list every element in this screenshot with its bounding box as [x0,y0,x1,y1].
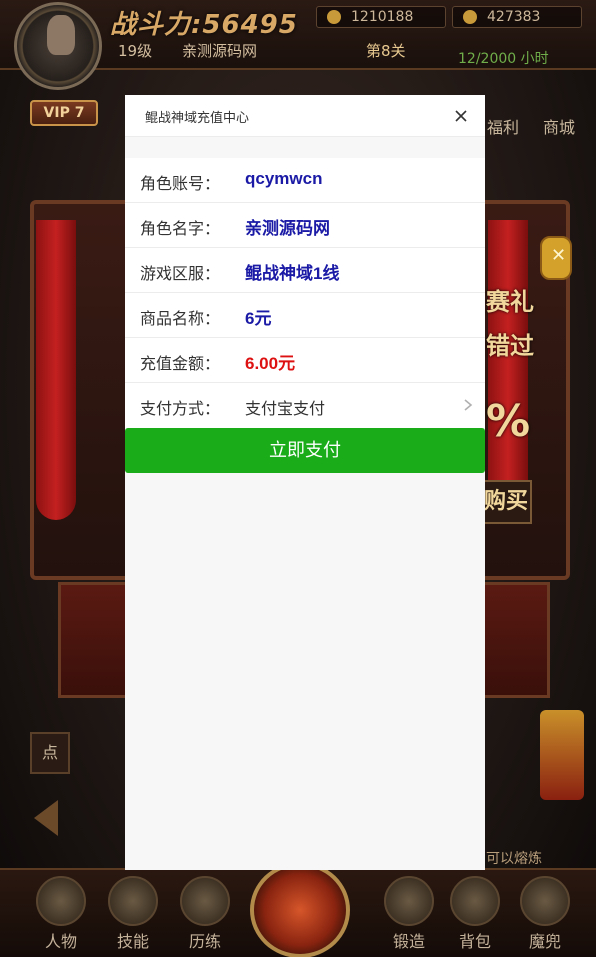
left-arrow-icon[interactable] [34,800,58,836]
promo-line-1: 赛礼 [486,288,534,316]
nav-bag[interactable]: 背包 [447,928,503,952]
player-server: 亲测源码网 [182,42,258,60]
power-value: 战斗力:56495 [110,10,298,40]
server-value: 鲲战神域1线 [245,264,340,283]
timer-readout: 12/2000 小时 [458,51,549,67]
amount-label: 充值金额： [140,356,221,373]
pay-now-button[interactable]: 立即支付 [125,428,485,473]
role-name-label: 角色名字： [140,221,221,238]
currency-a-value: 1210188 [351,9,414,25]
nav-character[interactable]: 人物 [33,928,89,952]
row-amount: 充值金额： 6.00元 [125,338,485,383]
close-icon: ✕ [551,245,567,266]
skill-icon[interactable] [108,876,158,926]
order-form: 角色账号： qcymwcn 角色名字： 亲测源码网 游戏区服： 鲲战神域1线 商… [125,158,485,428]
stage-label: 第8关 [366,42,406,60]
promo-percent: % [486,396,531,447]
account-label: 角色账号： [140,176,221,193]
row-server: 游戏区服： 鲲战神域1线 [125,248,485,293]
curtain-left [36,220,76,520]
row-account: 角色账号： qcymwcn [125,158,485,203]
currency-b-value: 427383 [487,9,541,25]
training-icon[interactable] [180,876,230,926]
role-name-value: 亲测源码网 [245,219,330,238]
gold-icon [463,10,477,24]
row-payment-method[interactable]: 支付方式： 支付宝支付 [125,383,485,428]
center-orb-icon[interactable] [250,862,350,957]
character-icon[interactable] [36,876,86,926]
close-button[interactable] [447,104,475,128]
close-icon [455,110,467,122]
row-product: 商品名称： 6元 [125,293,485,338]
side-shop[interactable]: 商城 [543,114,575,138]
mo-icon[interactable] [520,876,570,926]
player-avatar[interactable] [14,2,102,90]
amount-value: 6.00元 [245,354,296,373]
payment-method-label: 支付方式： [140,401,221,418]
player-level: 19级 [118,42,153,60]
curtain-right [488,220,528,520]
row-role-name: 角色名字： 亲测源码网 [125,203,485,248]
banner-close-lantern[interactable]: ✕ [540,236,572,280]
promo-line-2: 错过 [486,332,534,360]
dian-button[interactable]: 点 [30,732,70,774]
game-top-bar: 战斗力:56495 19级 亲测源码网 第8关 1210188 427383 1… [0,0,596,90]
recharge-modal: 鲲战神域充值中心 角色账号： qcymwcn 角色名字： 亲测源码网 游戏区服：… [125,95,485,870]
side-fuli[interactable]: 福利 [487,114,519,138]
vip-badge[interactable]: VIP 7 [30,100,98,126]
chevron-right-icon[interactable] [462,397,474,413]
server-label: 游戏区服： [140,266,221,283]
currency-b: 427383 [452,6,582,28]
nav-training[interactable]: 历练 [177,928,233,952]
nav-mo[interactable]: 魔兜 [517,928,573,952]
product-value: 6元 [245,309,272,328]
modal-header: 鲲战神域充值中心 [125,95,485,137]
forge-icon[interactable] [384,876,434,926]
treasure-chest-icon[interactable] [540,710,584,800]
modal-title: 鲲战神域充值中心 [145,110,250,125]
bottom-nav: 人物 技能 历练 锻造 背包 魔兜 [0,862,596,957]
avatar-face [47,15,75,55]
fuse-hint: 可以熔炼 [486,851,542,867]
currency-a: 1210188 [316,6,446,28]
product-label: 商品名称： [140,311,221,328]
buy-button[interactable]: 购买 [480,480,532,524]
account-value: qcymwcn [245,169,323,188]
nav-forge[interactable]: 锻造 [381,928,437,952]
payment-method-value[interactable]: 支付宝支付 [245,395,325,419]
nav-skill[interactable]: 技能 [105,928,161,952]
bag-icon[interactable] [450,876,500,926]
coin-icon [327,10,341,24]
